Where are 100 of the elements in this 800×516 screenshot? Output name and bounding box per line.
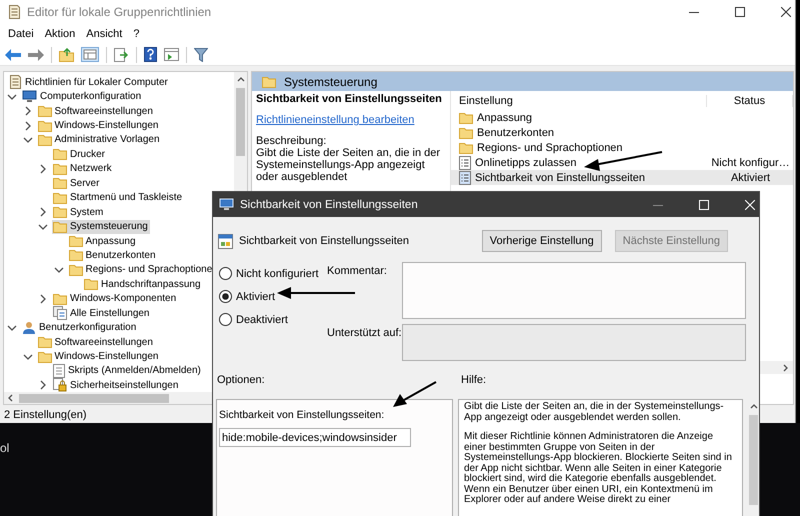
menu-item[interactable]: Datei	[2, 28, 39, 40]
tree-item[interactable]: Windows-Einstellungen	[36, 118, 160, 133]
chevron-right-icon[interactable]	[783, 364, 789, 372]
panel-icon[interactable]	[81, 47, 99, 62]
input-field[interactable]: hide:mobile-devices;windowsinsider	[219, 428, 411, 447]
radio-button[interactable]	[219, 290, 232, 303]
radio-button[interactable]	[219, 313, 232, 326]
scrollbar-thumb[interactable]	[236, 88, 245, 156]
folder-icon	[38, 134, 52, 146]
folder-icon	[38, 336, 52, 348]
folder-icon	[53, 192, 67, 204]
field-label: Unterstützt auf:	[327, 326, 402, 339]
chevron-down-icon[interactable]	[54, 264, 64, 275]
settings-page-icon	[218, 234, 233, 248]
chevron-down-icon[interactable]	[7, 322, 17, 333]
chevron-right-icon[interactable]	[38, 164, 48, 174]
document-icon	[53, 364, 65, 378]
option-label: Sichtbarkeit von Einstellungsseiten:	[219, 409, 386, 422]
menu-item[interactable]: ?	[127, 28, 144, 40]
user-icon	[22, 321, 36, 334]
help-icon[interactable]	[144, 47, 157, 62]
tree-item[interactable]: Administrative Vorlagen	[36, 132, 162, 147]
chevron-right-icon[interactable]	[38, 380, 48, 390]
table-cell: Anpassung	[477, 112, 532, 124]
radio-label: Aktiviert	[236, 290, 276, 302]
comment-field[interactable]	[402, 262, 746, 319]
menu-item[interactable]: Aktion	[38, 28, 80, 40]
tree-item[interactable]: Windows-Einstellungen	[36, 350, 160, 364]
folder-icon	[38, 350, 52, 363]
export-icon[interactable]	[114, 48, 129, 62]
chevron-right-icon[interactable]	[38, 294, 48, 304]
arrow-drawing	[393, 381, 436, 407]
folder-icon	[53, 148, 67, 160]
documents-icon	[53, 306, 67, 320]
table-row[interactable]: Onlinetipps zulassen Nicht konfigur…	[451, 155, 793, 170]
tree-item[interactable]: Anpassung	[68, 234, 138, 248]
table-row[interactable]: Benutzerkonten	[451, 125, 793, 140]
tree-item[interactable]: Alle Einstellungen	[52, 306, 152, 320]
folder-up-icon[interactable]	[59, 48, 74, 62]
chevron-down-icon[interactable]	[7, 92, 17, 102]
scrollbar-thumb[interactable]	[19, 394, 169, 402]
column-header[interactable]: Einstellung	[451, 94, 706, 106]
tree-item[interactable]: Systemsteuerung	[52, 220, 150, 234]
desktop-text: ol	[0, 441, 10, 455]
tree-item[interactable]: Benutzerkonfiguration	[21, 320, 138, 335]
folder-icon	[38, 105, 52, 118]
maximize-icon[interactable]	[735, 7, 745, 17]
tree-item[interactable]: Softwareeinstellungen	[36, 104, 155, 118]
tree-item[interactable]: Regions- und Sprachoptione	[68, 262, 214, 277]
list-icon	[459, 170, 471, 184]
tree-item[interactable]: System	[52, 205, 106, 220]
table-cell: Benutzerkonten	[477, 126, 554, 138]
radio-button[interactable]	[219, 267, 232, 280]
setting-button[interactable]: Vorherige Einstellung	[482, 230, 602, 252]
link[interactable]: Richtlinieneinstellung bearbeiten	[256, 114, 414, 126]
tree-item[interactable]: Windows-Komponenten	[52, 292, 178, 306]
table-cell: Regions- und Sprachoptionen	[477, 142, 623, 154]
table-row[interactable]: Regions- und Sprachoptionen	[451, 140, 793, 155]
chevron-up-icon[interactable]	[750, 403, 758, 409]
close-icon[interactable]	[781, 7, 791, 17]
tree-item[interactable]: Startmenü und Taskleiste	[52, 190, 184, 205]
tree-item[interactable]: Softwareeinstellungen	[36, 335, 155, 350]
folder-icon	[53, 220, 67, 233]
chevron-down-icon[interactable]	[38, 222, 48, 232]
column-header[interactable]: Status	[706, 94, 793, 106]
folder-icon	[53, 292, 67, 305]
back-arrow-icon[interactable]	[5, 48, 21, 60]
filter-icon[interactable]	[194, 48, 208, 62]
chevron-right-icon[interactable]	[22, 106, 32, 116]
tree-item[interactable]: Benutzerkonten	[68, 248, 158, 262]
tree-item[interactable]: Server	[52, 176, 102, 190]
window-icon[interactable]	[164, 48, 179, 61]
dialog-title: Sichtbarkeit von Einstellungsseiten	[240, 198, 418, 210]
tree-item[interactable]: Netzwerk	[52, 162, 114, 176]
forward-arrow-icon[interactable]	[28, 48, 44, 60]
scrollbar-thumb[interactable]	[749, 415, 758, 505]
chevron-right-icon[interactable]	[22, 120, 32, 131]
window-title: Editor für lokale Gruppenrichtlinien	[27, 5, 212, 19]
tree-item[interactable]: Handschriftanpassung	[83, 277, 203, 292]
chevron-down-icon[interactable]	[22, 134, 32, 145]
folder-icon	[53, 177, 67, 190]
tree-item[interactable]: Drucker	[52, 147, 108, 162]
list-icon	[459, 156, 471, 170]
setting-title: Sichtbarkeit von Einstellungsseiten	[239, 235, 409, 247]
tree-item[interactable]: Sicherheitseinstellungen	[52, 378, 180, 392]
chevron-up-icon[interactable]	[236, 76, 244, 82]
table-cell: Onlinetipps zulassen	[475, 156, 577, 168]
tree-item[interactable]: Computerkonfiguration	[21, 90, 144, 104]
document-icon	[8, 5, 21, 19]
chevron-right-icon[interactable]	[38, 207, 48, 218]
tree-item[interactable]: Skripts (Anmelden/Abmelden)	[52, 364, 203, 378]
table-row[interactable]: Anpassung	[451, 110, 793, 125]
menu-item[interactable]: Ansicht	[80, 28, 128, 40]
chevron-left-icon[interactable]	[7, 394, 13, 402]
chevron-down-icon[interactable]	[22, 352, 32, 362]
computer-icon	[22, 90, 37, 104]
table-row[interactable]: Sichtbarkeit von Einstellungsseiten Aktiviert	[451, 170, 793, 185]
table-cell-text: Aktiviert	[730, 172, 772, 184]
tree-item[interactable]: Richtlinien für Lokaler Computer	[8, 75, 170, 90]
section-label: Hilfe:	[461, 374, 486, 388]
